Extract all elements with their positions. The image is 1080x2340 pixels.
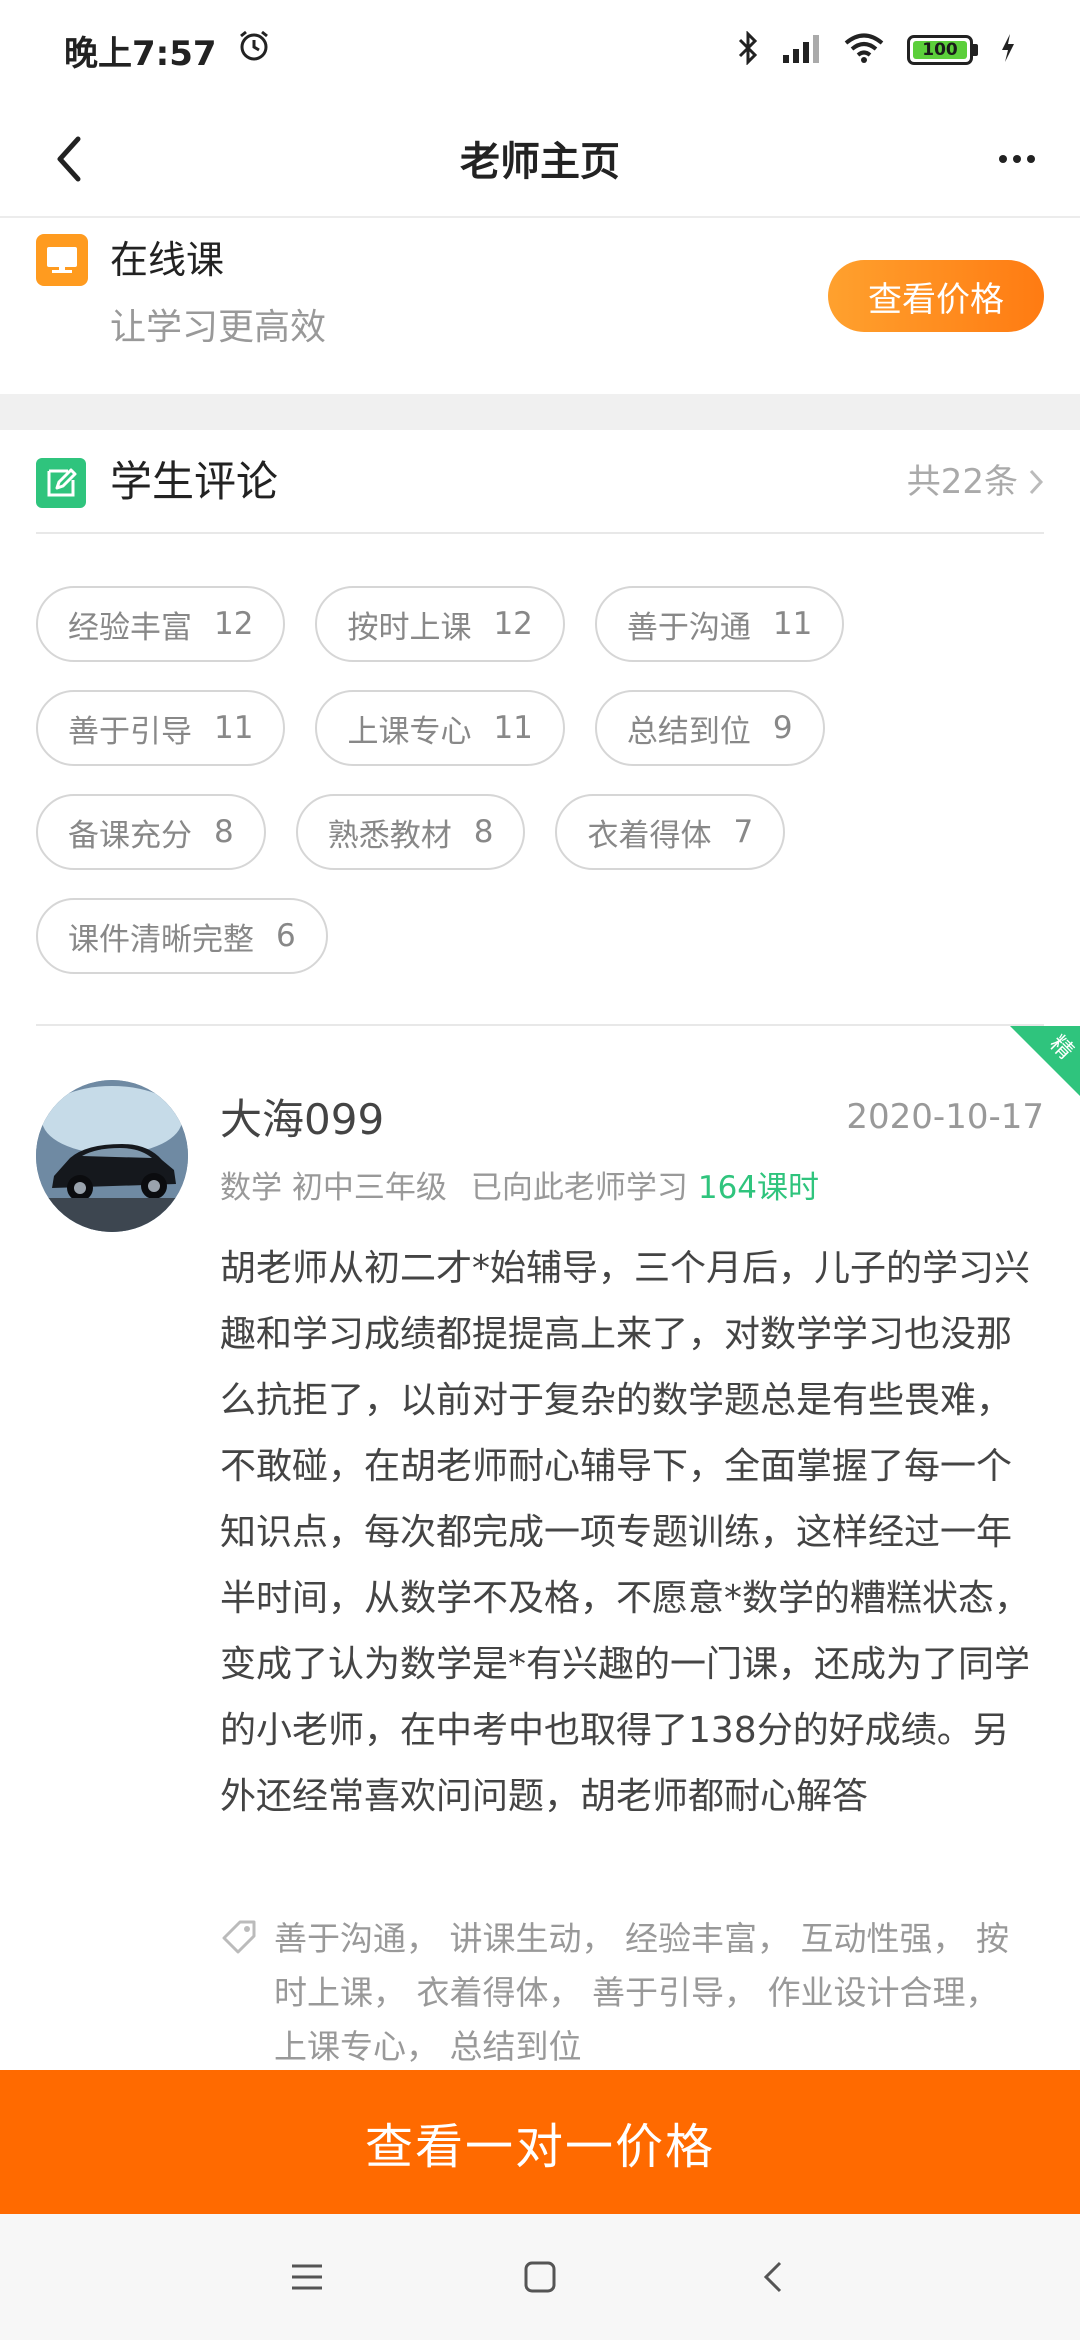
monitor-icon: [36, 234, 88, 286]
menu-button[interactable]: [277, 2247, 337, 2307]
review-tag[interactable]: 善于沟通 11: [594, 586, 845, 662]
tag-label: 备课充分: [68, 817, 192, 854]
online-course-title: 在线课: [110, 238, 225, 282]
reviews-total: 共22条: [906, 462, 1018, 502]
status-time: 晚上7:57: [64, 33, 217, 74]
review-tag[interactable]: 按时上课 12: [315, 586, 565, 662]
tag-label: 按时上课: [347, 609, 472, 646]
review-tag[interactable]: 善于引导 11: [36, 690, 286, 766]
learned-label: 已向此老师学习: [470, 1170, 688, 1206]
view-one-on-one-price-button[interactable]: 查看一对一价格: [0, 2070, 1080, 2214]
tag-count: 12: [214, 606, 254, 642]
review-tags-text: 善于沟通， 讲课生动， 经验丰富， 互动性强， 按时上课， 衣着得体， 善于引导…: [274, 1919, 1009, 2066]
tag-row: 备课充分 8 熟悉教材 8 衣着得体 7: [36, 794, 786, 870]
page-title: 老师主页: [460, 139, 620, 185]
home-square-icon: [524, 2261, 556, 2293]
system-nav-bar: [0, 2214, 1080, 2340]
status-bar: 晚上7:57 100: [0, 0, 1080, 100]
tag-label: 上课专心: [347, 713, 472, 750]
comment-edit-icon: [36, 458, 86, 508]
review-tag[interactable]: 经验丰富 12: [36, 586, 286, 662]
avatar[interactable]: [36, 1080, 188, 1232]
tag-icon: [222, 1920, 256, 1954]
online-course-section: 在线课 让学习更高效 查看价格: [0, 220, 1080, 392]
review-tag[interactable]: 课件清晰完整 6: [36, 898, 328, 974]
tag-count: 11: [772, 606, 813, 642]
reviewer-name: 大海099: [220, 1095, 385, 1144]
car-avatar-image: [36, 1080, 188, 1232]
review-content: 胡老师从初二才*始辅导，三个月后，儿子的学习兴趣和学习成绩都提提高上来了，对数学…: [220, 1248, 1031, 1817]
review-item: 精 大海099 2020-10-17 数学 初中三年级 已向此老师学习 164课…: [0, 1026, 1080, 2066]
review-date: 2020-10-17: [846, 1097, 1044, 1137]
cellular-signal-icon: [781, 31, 821, 69]
tag-label: 善于沟通: [626, 609, 751, 646]
tag-label: 课件清晰完整: [68, 921, 254, 958]
tag-count: 9: [772, 710, 793, 746]
review-tags: 善于沟通， 讲课生动， 经验丰富， 互动性强， 按时上课， 衣着得体， 善于引导…: [220, 1912, 1040, 2066]
tag-row: 善于引导 11 上课专心 11 总结到位 9: [36, 690, 825, 766]
tag-row: 经验丰富 12 按时上课 12 善于沟通 11: [36, 586, 845, 662]
divider: [36, 532, 1044, 534]
nav-bar: 老师主页: [0, 100, 1080, 218]
review-tag[interactable]: 总结到位 9: [594, 690, 825, 766]
tag-count: 11: [493, 710, 533, 746]
tag-count: 11: [214, 710, 254, 746]
reviews-header[interactable]: 学生评论 共22条: [0, 430, 1080, 534]
tag-label: 经验丰富: [68, 609, 192, 646]
more-options-button[interactable]: [984, 126, 1050, 192]
chevron-right-icon: [1029, 469, 1044, 495]
tag-label: 善于引导: [68, 713, 192, 750]
tag-count: 6: [276, 918, 296, 954]
charging-icon: [1000, 33, 1016, 67]
learned-hours: 164课时: [697, 1170, 820, 1206]
wifi-icon: [843, 31, 885, 69]
section-divider: [0, 394, 1080, 430]
back-arrow-icon: [57, 136, 81, 182]
reviewer-subject: 数学 初中三年级: [220, 1170, 447, 1206]
more-dot: [1027, 155, 1035, 163]
battery-icon: 100: [907, 35, 978, 65]
review-tag[interactable]: 衣着得体 7: [555, 794, 786, 870]
view-price-button[interactable]: 查看价格: [828, 260, 1044, 332]
menu-icon: [291, 2264, 322, 2290]
battery-level: 100: [913, 41, 967, 59]
bluetooth-icon: [737, 30, 759, 69]
reviews-total-link[interactable]: 共22条: [907, 458, 1044, 506]
home-button[interactable]: [510, 2247, 570, 2307]
more-dot: [1013, 155, 1021, 163]
tag-count: 8: [214, 814, 234, 850]
back-triangle-icon: [764, 2261, 782, 2293]
back-button[interactable]: [36, 126, 102, 192]
tag-count: 7: [733, 814, 754, 850]
more-dot: [999, 155, 1007, 163]
reviews-title: 学生评论: [110, 457, 279, 506]
alarm-icon: [237, 29, 271, 72]
tag-label: 总结到位: [626, 713, 751, 750]
tag-count: 12: [493, 606, 533, 642]
review-tag[interactable]: 熟悉教材 8: [295, 794, 526, 870]
review-tag[interactable]: 备课充分 8: [36, 794, 266, 870]
tag-label: 熟悉教材: [327, 817, 452, 854]
online-course-subtitle: 让学习更高效: [110, 307, 327, 348]
reviewer-meta: 数学 初中三年级 已向此老师学习 164课时: [220, 1166, 819, 1210]
tag-count: 8: [473, 814, 494, 850]
tag-label: 衣着得体: [587, 817, 712, 854]
review-tag[interactable]: 上课专心 11: [315, 690, 565, 766]
system-back-button[interactable]: [743, 2247, 803, 2307]
tag-row: 课件清晰完整 6: [36, 898, 328, 974]
